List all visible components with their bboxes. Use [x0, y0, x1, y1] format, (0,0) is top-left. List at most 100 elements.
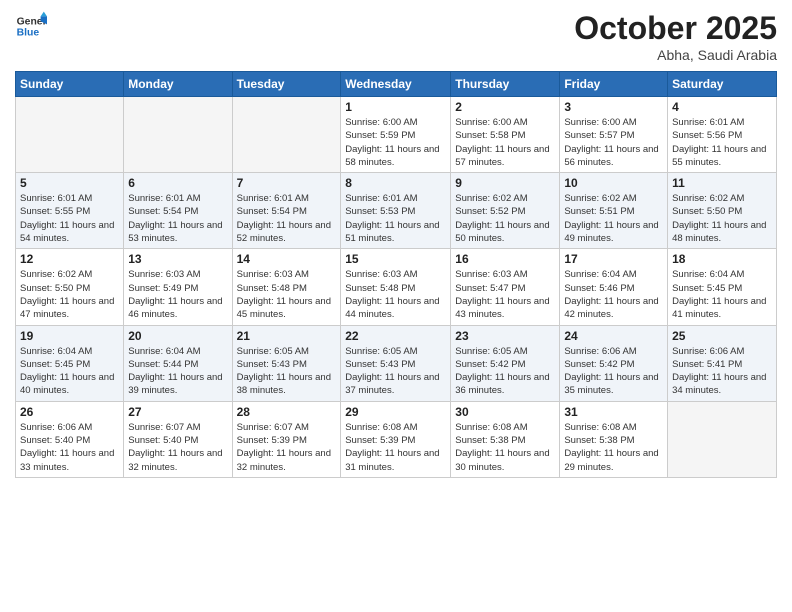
col-wednesday: Wednesday — [341, 72, 451, 97]
logo-icon: General Blue — [15, 10, 47, 42]
calendar-header-row: Sunday Monday Tuesday Wednesday Thursday… — [16, 72, 777, 97]
table-row: 16Sunrise: 6:03 AMSunset: 5:47 PMDayligh… — [451, 249, 560, 325]
day-info: Sunrise: 6:02 AMSunset: 5:52 PMDaylight:… — [455, 192, 555, 245]
day-number: 11 — [672, 176, 772, 190]
day-info: Sunrise: 6:03 AMSunset: 5:48 PMDaylight:… — [237, 268, 337, 321]
day-number: 16 — [455, 252, 555, 266]
col-sunday: Sunday — [16, 72, 124, 97]
day-number: 6 — [128, 176, 227, 190]
table-row: 30 Sunrise: 6:08 AMSunset: 5:38 PMDayligh… — [451, 401, 560, 477]
day-number: 23 — [455, 329, 555, 343]
day-info: Sunrise: 6:05 AMSunset: 5:43 PMDaylight:… — [345, 345, 446, 398]
table-row: 21Sunrise: 6:05 AMSunset: 5:43 PMDayligh… — [232, 325, 341, 401]
day-info: Sunrise: 6:03 AMSunset: 5:48 PMDaylight:… — [345, 268, 446, 321]
table-row: 20Sunrise: 6:04 AMSunset: 5:44 PMDayligh… — [124, 325, 232, 401]
table-row: 22 Sunrise: 6:05 AMSunset: 5:43 PMDayligh… — [341, 325, 451, 401]
day-info: Sunrise: 6:07 AMSunset: 5:40 PMDaylight:… — [128, 421, 227, 474]
calendar-table: Sunday Monday Tuesday Wednesday Thursday… — [15, 71, 777, 478]
day-info: Sunrise: 6:08 AMSunset: 5:38 PMDaylight:… — [564, 421, 663, 474]
day-info: Sunrise: 6:02 AMSunset: 5:51 PMDaylight:… — [564, 192, 663, 245]
day-info: Sunrise: 6:06 AMSunset: 5:42 PMDaylight:… — [564, 345, 663, 398]
day-info: Sunrise: 6:08 AMSunset: 5:38 PMDaylight:… — [455, 421, 555, 474]
table-row: 5 Sunrise: 6:01 AMSunset: 5:55 PMDaylight… — [16, 173, 124, 249]
day-number: 1 — [345, 100, 446, 114]
day-info: Sunrise: 6:01 AMSunset: 5:54 PMDaylight:… — [237, 192, 337, 245]
day-info: Sunrise: 6:05 AMSunset: 5:42 PMDaylight:… — [455, 345, 555, 398]
day-info: Sunrise: 6:03 AMSunset: 5:49 PMDaylight:… — [128, 268, 227, 321]
table-row: 19 Sunrise: 6:04 AMSunset: 5:45 PMDayligh… — [16, 325, 124, 401]
table-row: 23 Sunrise: 6:05 AMSunset: 5:42 PMDayligh… — [451, 325, 560, 401]
day-info: Sunrise: 6:08 AMSunset: 5:39 PMDaylight:… — [345, 421, 446, 474]
table-row: 12 Sunrise: 6:02 AMSunset: 5:50 PMDayligh… — [16, 249, 124, 325]
title-block: October 2025 Abha, Saudi Arabia — [574, 10, 777, 63]
day-info: Sunrise: 6:06 AMSunset: 5:41 PMDaylight:… — [672, 345, 772, 398]
calendar-week-row: 12 Sunrise: 6:02 AMSunset: 5:50 PMDayligh… — [16, 249, 777, 325]
day-info: Sunrise: 6:00 AMSunset: 5:57 PMDaylight:… — [564, 116, 663, 169]
calendar-week-row: 19 Sunrise: 6:04 AMSunset: 5:45 PMDayligh… — [16, 325, 777, 401]
day-info: Sunrise: 6:04 AMSunset: 5:44 PMDaylight:… — [128, 345, 227, 398]
month-year: October 2025 — [574, 10, 777, 47]
day-number: 12 — [20, 252, 119, 266]
day-number: 5 — [20, 176, 119, 190]
day-number: 27 — [128, 405, 227, 419]
table-row: 11Sunrise: 6:02 AMSunset: 5:50 PMDayligh… — [668, 173, 777, 249]
logo: General Blue — [15, 10, 47, 42]
table-row: 1 Sunrise: 6:00 AMSunset: 5:59 PMDaylight… — [341, 97, 451, 173]
day-number: 7 — [237, 176, 337, 190]
table-row: 13 Sunrise: 6:03 AMSunset: 5:49 PMDayligh… — [124, 249, 232, 325]
table-row: 27 Sunrise: 6:07 AMSunset: 5:40 PMDayligh… — [124, 401, 232, 477]
day-number: 13 — [128, 252, 227, 266]
calendar-week-row: 1 Sunrise: 6:00 AMSunset: 5:59 PMDaylight… — [16, 97, 777, 173]
table-row: 18Sunrise: 6:04 AMSunset: 5:45 PMDayligh… — [668, 249, 777, 325]
day-info: Sunrise: 6:04 AMSunset: 5:45 PMDaylight:… — [20, 345, 119, 398]
header: General Blue October 2025 Abha, Saudi Ar… — [15, 10, 777, 63]
calendar-week-row: 5 Sunrise: 6:01 AMSunset: 5:55 PMDaylight… — [16, 173, 777, 249]
day-number: 28 — [237, 405, 337, 419]
table-row — [124, 97, 232, 173]
table-row — [668, 401, 777, 477]
table-row: 31 Sunrise: 6:08 AMSunset: 5:38 PMDayligh… — [560, 401, 668, 477]
day-number: 21 — [237, 329, 337, 343]
day-number: 15 — [345, 252, 446, 266]
day-number: 14 — [237, 252, 337, 266]
day-info: Sunrise: 6:00 AMSunset: 5:58 PMDaylight:… — [455, 116, 555, 169]
table-row: 28 Sunrise: 6:07 AMSunset: 5:39 PMDayligh… — [232, 401, 341, 477]
day-info: Sunrise: 6:00 AMSunset: 5:59 PMDaylight:… — [345, 116, 446, 169]
table-row: 26Sunrise: 6:06 AMSunset: 5:40 PMDayligh… — [16, 401, 124, 477]
table-row: 25Sunrise: 6:06 AMSunset: 5:41 PMDayligh… — [668, 325, 777, 401]
day-number: 22 — [345, 329, 446, 343]
table-row: 8 Sunrise: 6:01 AMSunset: 5:53 PMDaylight… — [341, 173, 451, 249]
table-row: 14 Sunrise: 6:03 AMSunset: 5:48 PMDayligh… — [232, 249, 341, 325]
col-friday: Friday — [560, 72, 668, 97]
page: General Blue October 2025 Abha, Saudi Ar… — [0, 0, 792, 612]
table-row: 24 Sunrise: 6:06 AMSunset: 5:42 PMDayligh… — [560, 325, 668, 401]
table-row: 7 Sunrise: 6:01 AMSunset: 5:54 PMDaylight… — [232, 173, 341, 249]
day-info: Sunrise: 6:01 AMSunset: 5:55 PMDaylight:… — [20, 192, 119, 245]
col-saturday: Saturday — [668, 72, 777, 97]
calendar-week-row: 26Sunrise: 6:06 AMSunset: 5:40 PMDayligh… — [16, 401, 777, 477]
day-number: 2 — [455, 100, 555, 114]
day-info: Sunrise: 6:04 AMSunset: 5:46 PMDaylight:… — [564, 268, 663, 321]
day-number: 30 — [455, 405, 555, 419]
day-number: 31 — [564, 405, 663, 419]
day-number: 18 — [672, 252, 772, 266]
day-number: 8 — [345, 176, 446, 190]
day-number: 24 — [564, 329, 663, 343]
table-row: 6Sunrise: 6:01 AMSunset: 5:54 PMDaylight… — [124, 173, 232, 249]
table-row: 10Sunrise: 6:02 AMSunset: 5:51 PMDayligh… — [560, 173, 668, 249]
table-row: 29 Sunrise: 6:08 AMSunset: 5:39 PMDayligh… — [341, 401, 451, 477]
day-number: 3 — [564, 100, 663, 114]
day-number: 17 — [564, 252, 663, 266]
table-row — [16, 97, 124, 173]
day-number: 26 — [20, 405, 119, 419]
col-monday: Monday — [124, 72, 232, 97]
day-info: Sunrise: 6:02 AMSunset: 5:50 PMDaylight:… — [20, 268, 119, 321]
day-info: Sunrise: 6:01 AMSunset: 5:53 PMDaylight:… — [345, 192, 446, 245]
day-number: 19 — [20, 329, 119, 343]
table-row: 15 Sunrise: 6:03 AMSunset: 5:48 PMDayligh… — [341, 249, 451, 325]
location: Abha, Saudi Arabia — [574, 47, 777, 63]
col-tuesday: Tuesday — [232, 72, 341, 97]
table-row: 4Sunrise: 6:01 AMSunset: 5:56 PMDaylight… — [668, 97, 777, 173]
day-number: 29 — [345, 405, 446, 419]
day-info: Sunrise: 6:07 AMSunset: 5:39 PMDaylight:… — [237, 421, 337, 474]
